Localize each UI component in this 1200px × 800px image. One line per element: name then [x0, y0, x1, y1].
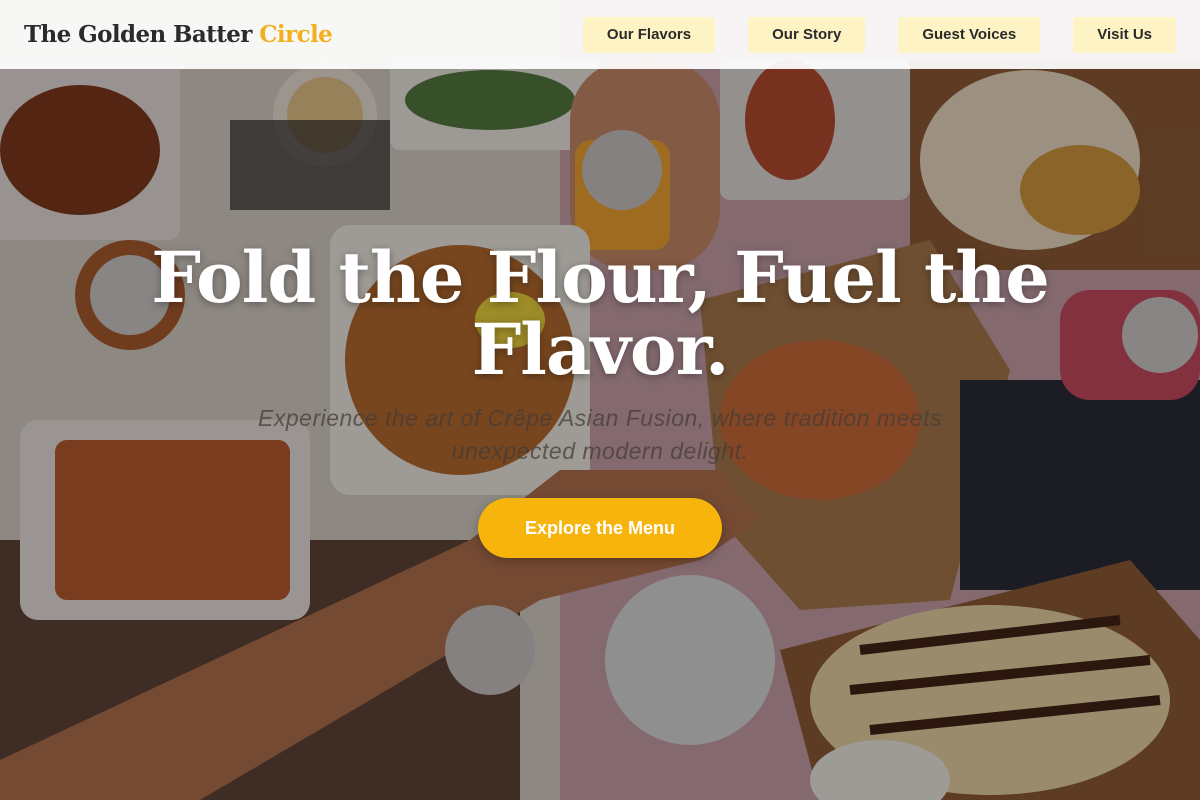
brand-name: The Golden Batter	[24, 21, 252, 48]
nav-link-our-story[interactable]: Our Story	[748, 16, 866, 53]
nav-link-visit-us[interactable]: Visit Us	[1073, 16, 1176, 53]
explore-menu-button[interactable]: Explore the Menu	[478, 498, 722, 558]
nav-link-guest-voices[interactable]: Guest Voices	[898, 16, 1041, 53]
hero-dark-overlay	[0, 0, 1200, 800]
hero-title: Fold the Flour, Fuel the Flavor.	[151, 236, 1050, 391]
brand-name-accent: Circle	[259, 21, 333, 48]
nav-link-our-flavors[interactable]: Our Flavors	[582, 16, 716, 53]
brand-logo[interactable]: The Golden Batter Circle	[24, 21, 333, 48]
main-nav: Our Flavors Our Story Guest Voices Visit…	[582, 16, 1176, 53]
hero-subtitle: Experience the art of Crêpe Asian Fusion…	[258, 405, 942, 464]
site-header: The Golden Batter Circle Our Flavors Our…	[0, 0, 1200, 69]
